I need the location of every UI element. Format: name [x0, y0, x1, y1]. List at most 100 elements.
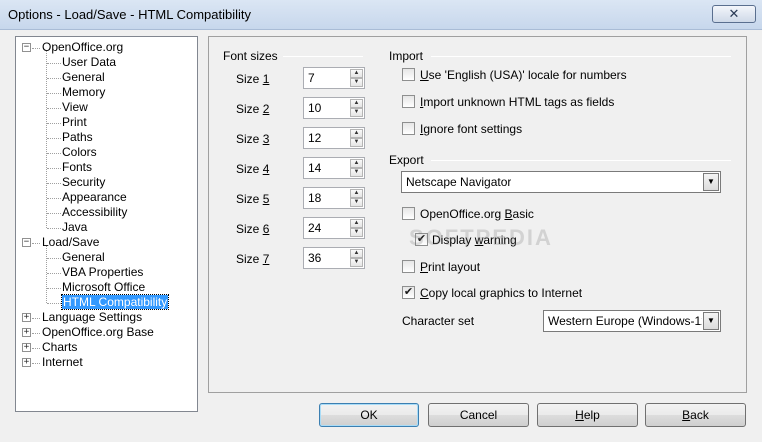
close-button[interactable]: ✕: [712, 5, 756, 23]
tree-group[interactable]: Internet: [42, 355, 83, 370]
font-size-value: 10: [308, 101, 322, 115]
import-heading: Import: [389, 49, 424, 63]
tree-group[interactable]: OpenOffice.org Base: [42, 325, 154, 340]
tree-item[interactable]: User Data: [62, 55, 116, 70]
help-button[interactable]: Help: [537, 403, 638, 427]
font-size-spinbox[interactable]: 12 ▲ ▼: [303, 127, 365, 149]
close-icon: ✕: [728, 6, 740, 21]
tree-item[interactable]: Paths: [62, 130, 93, 145]
spin-up-icon[interactable]: ▲: [350, 249, 363, 258]
tree-item[interactable]: HTML Compatibility: [60, 294, 170, 310]
tree-group[interactable]: Language Settings: [42, 310, 142, 325]
spin-down-icon[interactable]: ▼: [350, 258, 363, 267]
import-option-checkbox[interactable]: [402, 68, 415, 81]
font-size-spinbox[interactable]: 14 ▲ ▼: [303, 157, 365, 179]
import-option-checkbox[interactable]: [402, 122, 415, 135]
font-size-spinbox[interactable]: 36 ▲ ▼: [303, 247, 365, 269]
print-layout-label[interactable]: Print layout: [420, 260, 480, 274]
import-option-label[interactable]: Import unknown HTML tags as fields: [420, 95, 614, 109]
export-browser-value: Netscape Navigator: [406, 175, 512, 189]
spin-up-icon[interactable]: ▲: [350, 99, 363, 108]
font-size-spinbox[interactable]: 10 ▲ ▼: [303, 97, 365, 119]
import-option-label[interactable]: Use 'English (USA)' locale for numbers: [420, 68, 627, 82]
cancel-button[interactable]: Cancel: [428, 403, 529, 427]
tree-item[interactable]: General: [62, 250, 105, 265]
spin-down-icon[interactable]: ▼: [350, 108, 363, 117]
tree-item[interactable]: Print: [62, 115, 87, 130]
tree-item[interactable]: Appearance: [62, 190, 127, 205]
tree-item[interactable]: Memory: [62, 85, 105, 100]
tree-connector: [47, 63, 61, 64]
expand-icon[interactable]: +: [22, 343, 31, 352]
basic-label[interactable]: OpenOffice.org Basic: [420, 207, 534, 221]
tree-item[interactable]: Fonts: [62, 160, 92, 175]
font-size-label: Size 2: [236, 102, 270, 116]
basic-checkbox[interactable]: [402, 207, 415, 220]
font-size-label: Size 3: [236, 132, 270, 146]
tree-item[interactable]: VBA Properties: [62, 265, 143, 280]
copy-graphics-label[interactable]: Copy local graphics to Internet: [420, 286, 582, 300]
export-browser-select[interactable]: Netscape Navigator ▼: [401, 171, 721, 193]
tree-group[interactable]: OpenOffice.org: [42, 40, 123, 55]
font-size-spinbox[interactable]: 18 ▲ ▼: [303, 187, 365, 209]
tree-connector: [47, 153, 61, 154]
tree-connector: [47, 138, 61, 139]
print-layout-checkbox[interactable]: [402, 260, 415, 273]
spin-up-icon[interactable]: ▲: [350, 189, 363, 198]
tree-item[interactable]: Microsoft Office: [62, 280, 145, 295]
tree-connector: [47, 108, 61, 109]
collapse-icon[interactable]: −: [22, 238, 31, 247]
font-size-spinbox[interactable]: 24 ▲ ▼: [303, 217, 365, 239]
tree-item[interactable]: General: [62, 70, 105, 85]
spin-down-icon[interactable]: ▼: [350, 138, 363, 147]
character-set-label: Character set: [402, 314, 475, 328]
ok-button[interactable]: OK: [319, 403, 419, 427]
font-size-label: Size 7: [236, 252, 270, 266]
tree-connector: [47, 273, 61, 274]
tree-connector: [32, 348, 40, 349]
spin-up-icon[interactable]: ▲: [350, 219, 363, 228]
tree-item[interactable]: View: [62, 100, 88, 115]
collapse-icon[interactable]: −: [22, 43, 31, 52]
tree-connector: [47, 213, 61, 214]
spin-up-icon[interactable]: ▲: [350, 69, 363, 78]
tree-connector: [47, 198, 61, 199]
copy-graphics-checkbox[interactable]: ✔: [402, 286, 415, 299]
expand-icon[interactable]: +: [22, 313, 31, 322]
tree-group[interactable]: Charts: [42, 340, 77, 355]
font-size-label: Size 4: [236, 162, 270, 176]
import-divider: [431, 56, 731, 57]
font-size-value: 36: [308, 251, 322, 265]
window-title: Options - Load/Save - HTML Compatibility: [8, 7, 252, 22]
display-warning-label[interactable]: Display warning: [432, 233, 517, 247]
font-size-value: 7: [308, 71, 315, 85]
tree-item[interactable]: Colors: [62, 145, 97, 160]
font-size-value: 24: [308, 221, 322, 235]
font-size-spinbox[interactable]: 7 ▲ ▼: [303, 67, 365, 89]
tree-item[interactable]: Accessibility: [62, 205, 127, 220]
expand-icon[interactable]: +: [22, 358, 31, 367]
chevron-down-icon[interactable]: ▼: [703, 173, 719, 191]
spin-up-icon[interactable]: ▲: [350, 129, 363, 138]
import-option-label[interactable]: Ignore font settings: [420, 122, 522, 136]
tree-connector: [47, 93, 61, 94]
tree-connector: [47, 258, 61, 259]
chevron-down-icon[interactable]: ▼: [703, 312, 719, 330]
tree-item[interactable]: Java: [62, 220, 87, 235]
tree-item[interactable]: Security: [62, 175, 105, 190]
tree-connector: [47, 288, 61, 289]
spin-down-icon[interactable]: ▼: [350, 198, 363, 207]
title-bar: Options - Load/Save - HTML Compatibility…: [0, 0, 762, 30]
spin-down-icon[interactable]: ▼: [350, 228, 363, 237]
font-size-value: 18: [308, 191, 322, 205]
display-warning-checkbox[interactable]: ✔: [415, 233, 428, 246]
spin-down-icon[interactable]: ▼: [350, 168, 363, 177]
spin-up-icon[interactable]: ▲: [350, 159, 363, 168]
tree-group[interactable]: Load/Save: [42, 235, 99, 250]
import-option-checkbox[interactable]: [402, 95, 415, 108]
back-button[interactable]: Back: [645, 403, 746, 427]
spin-down-icon[interactable]: ▼: [350, 78, 363, 87]
character-set-select[interactable]: Western Europe (Windows-1252/WinLatin 1)…: [543, 310, 721, 332]
tree-connector: [32, 363, 40, 364]
expand-icon[interactable]: +: [22, 328, 31, 337]
